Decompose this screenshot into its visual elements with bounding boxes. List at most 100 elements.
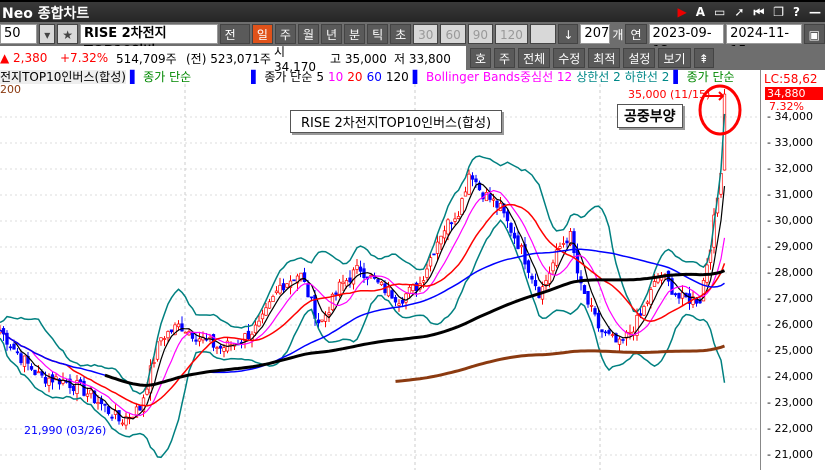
title-bar: Neo 종합차트 ▶ A ▭ ➚ ⏮ ❐? — (0, 0, 825, 22)
candle (442, 230, 447, 239)
period-second[interactable]: 초 (390, 24, 412, 44)
count-input[interactable]: 207 (580, 24, 611, 44)
menu-settings[interactable]: 설정 (623, 48, 656, 68)
axis-tick: - 34,000 (767, 110, 813, 123)
candle (600, 329, 604, 333)
candle (610, 334, 615, 336)
candle (621, 339, 625, 341)
legend-ma5: 5 (316, 70, 325, 84)
dropdown-icon[interactable]: ▾ (39, 24, 56, 44)
price-axis: LC:58,62 34,880 7.32% - 34,000- 33,000- … (760, 70, 825, 470)
add-window-icon[interactable]: ▭ (714, 5, 725, 20)
candle (169, 329, 174, 333)
axis-tick: - 22,000 (767, 422, 813, 435)
period-month[interactable]: 월 (297, 24, 319, 44)
minute-60[interactable]: 60 (440, 24, 466, 44)
candle (71, 385, 76, 392)
down-arrow-icon[interactable]: ↓ (558, 24, 579, 44)
save-icon[interactable]: ▣ (803, 24, 825, 44)
candle (334, 292, 338, 295)
candle (432, 253, 436, 256)
candle (393, 297, 398, 303)
period-minute[interactable]: 분 (344, 24, 366, 44)
legend-ma: 종가 단순 (264, 70, 313, 84)
candle (495, 200, 499, 208)
candle (85, 393, 90, 397)
candle (512, 232, 517, 239)
menu-ho[interactable]: 호 (470, 48, 492, 68)
candle (253, 324, 258, 334)
candle (456, 216, 461, 219)
axis-tick: - 24,000 (767, 370, 813, 383)
minimize-icon[interactable]: — (809, 5, 821, 20)
axis-tick: - 29,000 (767, 240, 813, 253)
first-icon[interactable]: ⏮ (753, 5, 764, 20)
collapse-icon[interactable]: ⇞ (693, 48, 714, 68)
candle (260, 313, 265, 320)
candle (467, 173, 471, 195)
end-date[interactable]: 2024-11-15 (726, 24, 802, 59)
candle (460, 198, 464, 215)
start-date[interactable]: 2023-09-12 (648, 24, 725, 59)
play-icon[interactable]: ▶ (678, 5, 687, 20)
font-icon[interactable]: A (696, 5, 705, 20)
star-icon[interactable]: ★ (57, 24, 79, 44)
axis-tick: - 31,000 (767, 188, 813, 201)
minute-90[interactable]: 90 (467, 24, 494, 44)
minute-120[interactable]: 120 (495, 24, 528, 44)
period-tick[interactable]: 틱 (367, 24, 389, 44)
menu-optimize[interactable]: 최적 (588, 48, 621, 68)
axis-tick: - 21,000 (767, 448, 813, 461)
change: ▲ 2,380 (0, 51, 48, 65)
candle (505, 211, 510, 222)
menu-edit[interactable]: 수정 (553, 48, 586, 68)
candle (285, 283, 289, 288)
candle (302, 272, 307, 282)
custom-input[interactable] (529, 24, 557, 44)
candle (190, 332, 195, 339)
period-day[interactable]: 일 (251, 24, 273, 44)
menu-view[interactable]: 보기 (658, 48, 691, 68)
price-chart[interactable] (0, 84, 825, 470)
year-button[interactable]: 연 (625, 24, 647, 44)
candle (145, 388, 149, 395)
period-year[interactable]: 년 (320, 24, 343, 44)
legend-price: 종가 단순 (143, 70, 192, 84)
candle (589, 304, 594, 307)
candle (488, 194, 492, 200)
candle (449, 222, 454, 225)
help-icon[interactable]: ? (793, 5, 800, 20)
prev-volume: (전) 523,071주 (186, 51, 271, 66)
candle (89, 389, 93, 395)
convert-button[interactable]: 전환 (219, 24, 250, 62)
candle (306, 283, 310, 298)
candle (547, 272, 552, 284)
candle (470, 175, 475, 180)
candle (425, 268, 429, 278)
restore-icon[interactable]: ❐ (773, 5, 784, 20)
code-input[interactable]: 50 (0, 24, 38, 44)
candle (593, 308, 597, 315)
axis-tick: - 32,000 (767, 162, 813, 175)
symbol-name-input[interactable]: RISE 2차전지TOP10인버 (80, 24, 218, 59)
candle (628, 331, 632, 334)
candle (138, 405, 142, 411)
arrow-icon[interactable]: ➚ (734, 5, 744, 20)
candle (19, 353, 23, 364)
candle (386, 286, 391, 297)
last-price-tag: 34,880 (765, 87, 823, 100)
candle (194, 339, 198, 342)
candle (533, 280, 538, 287)
candle (274, 290, 279, 294)
candle (159, 337, 163, 342)
window-controls: ▶ A ▭ ➚ ⏮ ❐? — (678, 5, 821, 20)
legend-ma120: 120 (385, 70, 409, 84)
menu-ju[interactable]: 주 (494, 48, 516, 68)
minute-30[interactable]: 30 (413, 24, 439, 44)
menu-all[interactable]: 전체 (518, 48, 551, 68)
candle (29, 366, 34, 370)
period-week[interactable]: 주 (274, 24, 296, 44)
candle (341, 281, 345, 284)
candle (166, 331, 170, 339)
ma10-line (0, 189, 726, 417)
